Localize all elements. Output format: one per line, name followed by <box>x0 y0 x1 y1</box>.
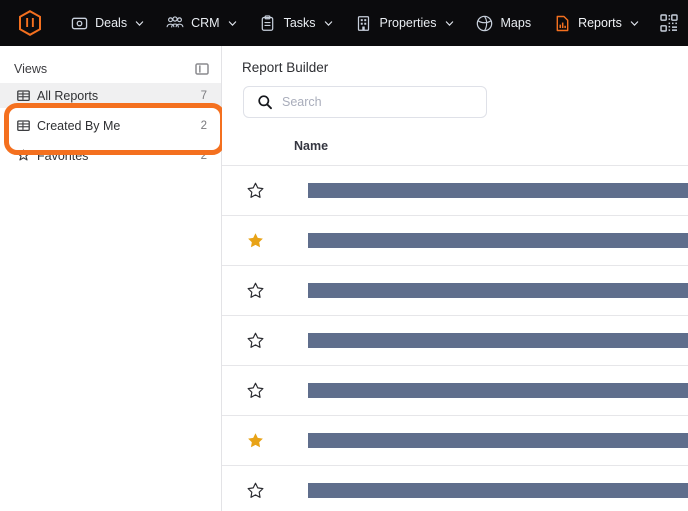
redacted-name-bar <box>308 333 688 348</box>
chevron-down-icon <box>445 20 453 26</box>
search-box[interactable] <box>243 86 487 118</box>
sidebar-item-created-by-me[interactable]: Created By Me 2 <box>0 113 221 138</box>
page-title: Report Builder <box>242 60 329 75</box>
table-row[interactable] <box>222 416 688 466</box>
sidebar-count-all-reports: 7 <box>200 89 207 102</box>
panel-toggle-icon[interactable] <box>195 62 209 76</box>
views-sidebar: Views All Reports 7 Created By Me 2 Favo… <box>0 46 222 511</box>
table-row[interactable] <box>222 266 688 316</box>
star-outline-icon[interactable] <box>222 182 288 199</box>
redacted-name-bar <box>308 183 688 198</box>
nav-label-crm: CRM <box>191 16 220 30</box>
nav-label-tasks: Tasks <box>283 16 316 30</box>
sidebar-label-favorites: Favorites <box>37 148 89 163</box>
nav-label-properties: Properties <box>379 16 437 30</box>
search-icon <box>257 94 273 110</box>
star-outline-icon[interactable] <box>222 332 288 349</box>
nav-item-reports[interactable]: Reports <box>542 0 650 46</box>
star-filled-icon[interactable] <box>222 232 288 249</box>
globe-icon <box>476 14 494 32</box>
wallet-icon <box>70 14 88 32</box>
chevron-down-icon <box>630 20 639 26</box>
redacted-name-bar <box>308 233 688 248</box>
table-row[interactable] <box>222 166 688 216</box>
star-outline-icon[interactable] <box>222 482 288 499</box>
nav-item-maps[interactable]: Maps <box>465 0 543 46</box>
table-body <box>222 166 688 511</box>
sidebar-item-favorites[interactable]: Favorites 2 <box>0 143 221 168</box>
sidebar-label-created-by-me: Created By Me <box>37 118 121 133</box>
qr-code-button[interactable] <box>650 0 688 46</box>
table-cell-name <box>288 233 688 248</box>
nav-item-tasks[interactable]: Tasks <box>248 0 344 46</box>
main-content: Report Builder Name <box>222 46 688 511</box>
star-outline-icon <box>16 149 30 163</box>
table-cell-name <box>288 383 688 398</box>
redacted-name-bar <box>308 483 688 498</box>
table-cell-name <box>288 433 688 448</box>
top-navigation-bar: Deals CRM Tasks Properties Maps Reports <box>0 0 688 46</box>
views-header: Views <box>0 55 221 83</box>
nav-label-maps: Maps <box>500 16 532 30</box>
chevron-down-icon <box>228 20 236 26</box>
nav-item-crm[interactable]: CRM <box>155 0 247 46</box>
chevron-down-icon <box>135 20 144 26</box>
views-title: Views <box>14 62 48 76</box>
star-outline-icon[interactable] <box>222 282 288 299</box>
company-logo[interactable] <box>0 0 59 46</box>
chevron-down-icon <box>324 20 332 26</box>
nav-label-reports: Reports <box>578 16 622 30</box>
table-header-name: Name <box>294 139 329 153</box>
search-input[interactable] <box>282 95 462 109</box>
building-icon <box>355 14 373 32</box>
redacted-name-bar <box>308 283 688 298</box>
table-cell-name <box>288 283 688 298</box>
table-cell-name <box>288 183 688 198</box>
table-row[interactable] <box>222 366 688 416</box>
nav-label-deals: Deals <box>95 16 128 30</box>
people-icon <box>166 14 184 32</box>
redacted-name-bar <box>308 433 688 448</box>
clipboard-icon <box>259 14 277 32</box>
nav-item-properties[interactable]: Properties <box>344 0 465 46</box>
app-root: Deals CRM Tasks Properties Maps Reports … <box>0 0 688 511</box>
table-header-row: Name <box>222 127 688 166</box>
table-cell-name <box>288 483 688 498</box>
company-logo-icon <box>18 10 41 36</box>
star-outline-icon[interactable] <box>222 382 288 399</box>
table-row[interactable] <box>222 216 688 266</box>
sidebar-label-all-reports: All Reports <box>37 88 99 103</box>
report-chart-icon <box>553 14 571 32</box>
table-row[interactable] <box>222 466 688 511</box>
reports-table: Name <box>222 127 688 511</box>
sidebar-count-created-by-me: 2 <box>200 119 207 132</box>
sidebar-item-all-reports[interactable]: All Reports 7 <box>0 83 221 108</box>
qr-code-icon <box>660 14 678 32</box>
sidebar-count-favorites: 2 <box>200 149 207 162</box>
nav-item-list: Deals CRM Tasks Properties Maps Reports <box>59 0 650 46</box>
table-row[interactable] <box>222 316 688 366</box>
star-filled-icon[interactable] <box>222 432 288 449</box>
table-cell-name <box>288 333 688 348</box>
redacted-name-bar <box>308 383 688 398</box>
table-icon <box>16 119 30 133</box>
nav-item-deals[interactable]: Deals <box>59 0 155 46</box>
table-icon <box>16 89 30 103</box>
